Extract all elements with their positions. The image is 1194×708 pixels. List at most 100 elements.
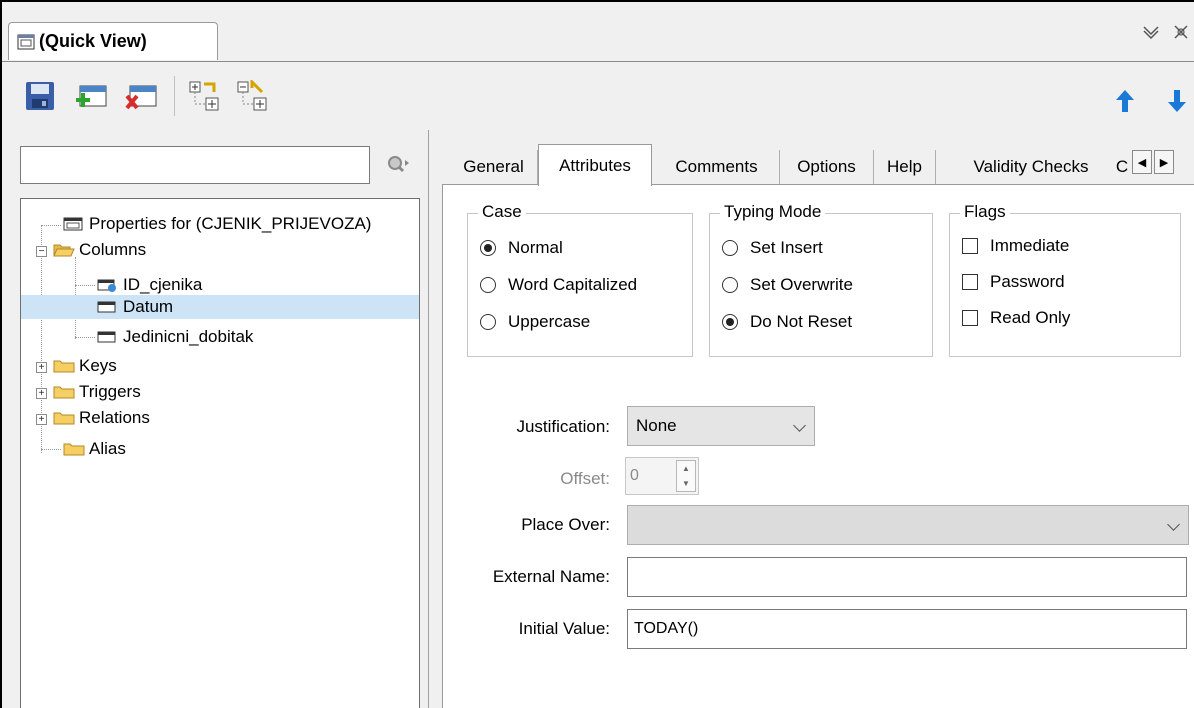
radio-icon	[480, 277, 496, 293]
tree-item-alias[interactable]: Alias	[63, 437, 126, 461]
spin-buttons: ▲ ▼	[676, 460, 696, 492]
tab-options[interactable]: Options	[780, 150, 874, 184]
tab-truncated[interactable]: C	[1112, 150, 1132, 184]
folder-icon	[53, 358, 75, 374]
tree-line	[75, 337, 95, 338]
tab-validity-checks[interactable]: Validity Checks	[948, 150, 1114, 184]
tree-item-columns[interactable]: Columns	[53, 238, 146, 262]
option-label: Do Not Reset	[750, 312, 853, 331]
tree-item-label: Relations	[79, 408, 150, 427]
tree-item-label: Properties for (CJENIK_PRIJEVOZA)	[89, 214, 372, 233]
tree-item-id-cjenika[interactable]: ID_cjenika	[97, 273, 202, 297]
justification-select[interactable]: None	[627, 406, 815, 446]
save-icon[interactable]	[24, 80, 56, 112]
attributes-page: Case Normal Word Capitalized Uppercase T…	[442, 184, 1194, 708]
folder-icon	[53, 384, 75, 400]
place-over-select[interactable]	[627, 505, 1189, 545]
properties-tree[interactable]: − + + + Properties for (CJENIK_PRIJEVOZA…	[20, 198, 420, 708]
expand-toggle-icon[interactable]: +	[36, 362, 47, 373]
tree-item-label: ID_cjenika	[123, 275, 203, 294]
tree-item-label: Keys	[79, 356, 117, 375]
radio-icon	[722, 240, 738, 256]
case-uppercase-radio[interactable]: Uppercase	[480, 312, 590, 332]
search-input[interactable]	[20, 146, 370, 184]
toolbar	[2, 62, 1194, 130]
flag-read-only-checkbox[interactable]: Read Only	[962, 308, 1070, 328]
move-up-icon[interactable]	[1114, 88, 1136, 121]
title-tab-strip: (Quick View)	[2, 2, 1194, 62]
case-group-label: Case	[478, 202, 526, 222]
option-label: Immediate	[990, 236, 1070, 255]
chevron-down-icon[interactable]	[1142, 24, 1160, 44]
option-label: Read Only	[990, 308, 1071, 327]
window-icon	[17, 34, 35, 50]
checkbox-icon	[962, 238, 978, 254]
justification-value: None	[636, 416, 677, 435]
case-normal-radio[interactable]: Normal	[480, 238, 563, 258]
properties-pane: General Attributes Comments Options Help…	[442, 142, 1194, 708]
column-icon	[97, 299, 117, 315]
option-label: Word Capitalized	[508, 275, 638, 294]
tab-bar: General Attributes Comments Options Help…	[442, 142, 1194, 186]
add-column-icon[interactable]	[74, 80, 107, 112]
tab-attributes[interactable]: Attributes	[538, 144, 652, 186]
tree-item-label: Jedinicni_dobitak	[123, 327, 254, 346]
tab-scroll-left-button[interactable]: ◀	[1132, 150, 1152, 174]
option-label: Normal	[508, 238, 563, 257]
justification-label: Justification:	[516, 417, 610, 436]
expand-toggle-icon[interactable]: +	[36, 388, 47, 399]
typing-set-overwrite-radio[interactable]: Set Overwrite	[722, 275, 853, 295]
option-label: Password	[990, 272, 1065, 291]
move-down-icon[interactable]	[1166, 88, 1188, 121]
table-icon	[63, 216, 83, 232]
external-name-input[interactable]	[627, 557, 1187, 597]
folder-icon	[63, 441, 85, 457]
radio-icon	[722, 277, 738, 293]
chevron-down-icon	[1167, 518, 1180, 531]
typing-set-insert-radio[interactable]: Set Insert	[722, 238, 823, 258]
typing-do-not-reset-radio[interactable]: Do Not Reset	[722, 312, 852, 332]
flag-immediate-checkbox[interactable]: Immediate	[962, 236, 1069, 256]
radio-selected-icon	[722, 314, 738, 330]
document-tab[interactable]: (Quick View)	[8, 22, 218, 60]
place-over-label: Place Over:	[521, 515, 610, 534]
typing-mode-group-label: Typing Mode	[720, 202, 826, 222]
tree-item-triggers[interactable]: Triggers	[53, 380, 141, 404]
folder-icon	[53, 410, 75, 426]
checkbox-icon	[962, 274, 978, 290]
option-label: Uppercase	[508, 312, 591, 331]
delete-column-icon[interactable]	[124, 80, 157, 112]
tree-line	[41, 449, 61, 450]
tab-general[interactable]: General	[450, 150, 538, 184]
initial-value-label: Initial Value:	[518, 619, 610, 638]
collapse-toggle-icon[interactable]: −	[36, 246, 47, 257]
expand-all-icon[interactable]	[188, 80, 220, 112]
tree-line	[75, 285, 95, 286]
tree-item-label: Datum	[123, 297, 174, 316]
chevron-down-icon	[793, 419, 806, 432]
tree-item-properties[interactable]: Properties for (CJENIK_PRIJEVOZA)	[63, 212, 371, 236]
radio-icon	[480, 314, 496, 330]
initial-value-input[interactable]: TODAY()	[627, 609, 1187, 649]
key-column-icon	[97, 277, 117, 293]
collapse-all-icon[interactable]	[236, 78, 268, 112]
tree-item-relations[interactable]: Relations	[53, 406, 150, 430]
tab-scroll-right-button[interactable]: ▶	[1154, 150, 1174, 174]
expand-toggle-icon[interactable]: +	[36, 414, 47, 425]
column-icon	[97, 329, 117, 345]
option-label: Set Overwrite	[750, 275, 853, 294]
tab-help[interactable]: Help	[874, 150, 936, 184]
pin-icon[interactable]	[1172, 24, 1190, 45]
offset-value: 0	[630, 467, 639, 484]
flag-password-checkbox[interactable]: Password	[962, 272, 1065, 292]
tree-item-jedinicni-dobitak[interactable]: Jedinicni_dobitak	[97, 325, 253, 349]
tab-comments[interactable]: Comments	[654, 150, 780, 184]
quick-view-window: (Quick View) − + + + Properties for (CJE…	[0, 0, 1194, 708]
search-icon[interactable]	[386, 154, 409, 176]
tree-item-datum[interactable]: Datum	[21, 295, 419, 319]
case-word-capitalized-radio[interactable]: Word Capitalized	[480, 275, 637, 295]
pane-splitter[interactable]	[428, 130, 429, 708]
tree-line	[41, 225, 61, 226]
tree-item-keys[interactable]: Keys	[53, 354, 117, 378]
toolbar-separator	[174, 76, 175, 116]
